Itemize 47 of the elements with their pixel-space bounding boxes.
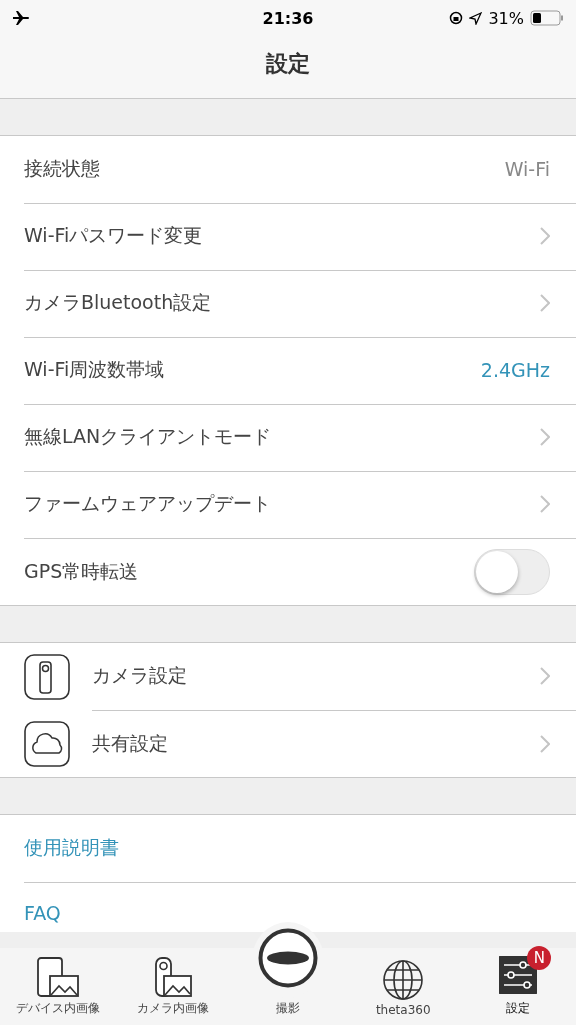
toggle-switch[interactable]	[474, 548, 550, 595]
shutter-icon	[258, 928, 318, 988]
settings-row[interactable]: 使用説明書	[0, 815, 576, 882]
tab-item[interactable]: カメラ内画像	[115, 948, 231, 1025]
camera-gallery-icon	[152, 956, 193, 998]
rotation-lock-icon	[449, 11, 464, 25]
tab-item[interactable]: デバイス内画像	[0, 948, 116, 1025]
row-label: ファームウェアアップデート	[24, 491, 271, 516]
status-time: 21:36	[262, 8, 314, 28]
camera-icon	[24, 653, 70, 700]
settings-row[interactable]: 無線LANクライアントモード	[0, 404, 576, 471]
chevron-icon	[540, 294, 550, 312]
settings-row[interactable]: GPS常時転送	[0, 538, 576, 605]
tab-item[interactable]: N 設定	[460, 948, 576, 1025]
settings-row[interactable]: Wi-Fiパスワード変更	[0, 203, 576, 270]
chevron-icon	[540, 495, 550, 513]
row-label: Wi-Fi周波数帯域	[24, 357, 165, 382]
battery-icon	[530, 10, 564, 26]
tab-item[interactable]: theta360	[345, 948, 461, 1025]
row-value: 2.4GHz	[480, 359, 550, 381]
row-label: FAQ	[24, 902, 61, 924]
settings-row[interactable]: カメラBluetooth設定	[0, 270, 576, 337]
row-label: 使用説明書	[24, 835, 119, 860]
settings-row[interactable]: 接続状態 Wi-Fi	[0, 136, 576, 203]
chevron-icon	[540, 667, 550, 685]
globe-icon	[382, 959, 425, 1001]
notification-badge: N	[527, 946, 552, 970]
settings-row[interactable]: 共有設定	[0, 710, 576, 777]
chevron-icon	[540, 227, 550, 245]
settings-row[interactable]: Wi-Fi周波数帯域 2.4GHz	[0, 337, 576, 404]
row-label: GPS常時転送	[24, 558, 139, 584]
battery-percent: 31%	[488, 8, 524, 28]
row-label: カメラ設定	[92, 663, 187, 688]
row-label: カメラBluetooth設定	[24, 290, 212, 315]
cloud-icon	[24, 720, 70, 767]
page-title: 設定	[266, 50, 310, 78]
row-label: 接続状態	[24, 156, 100, 181]
phone-gallery-icon	[35, 956, 80, 998]
row-label: Wi-Fiパスワード変更	[24, 223, 203, 248]
location-icon	[469, 11, 483, 25]
settings-row[interactable]: ファームウェアアップデート	[0, 471, 576, 538]
row-label: 共有設定	[92, 730, 168, 756]
row-label: 無線LANクライアントモード	[24, 424, 272, 449]
row-value: Wi-Fi	[504, 158, 550, 180]
chevron-icon	[540, 428, 550, 446]
chevron-icon	[540, 734, 550, 753]
settings-row[interactable]: カメラ設定	[0, 643, 576, 710]
